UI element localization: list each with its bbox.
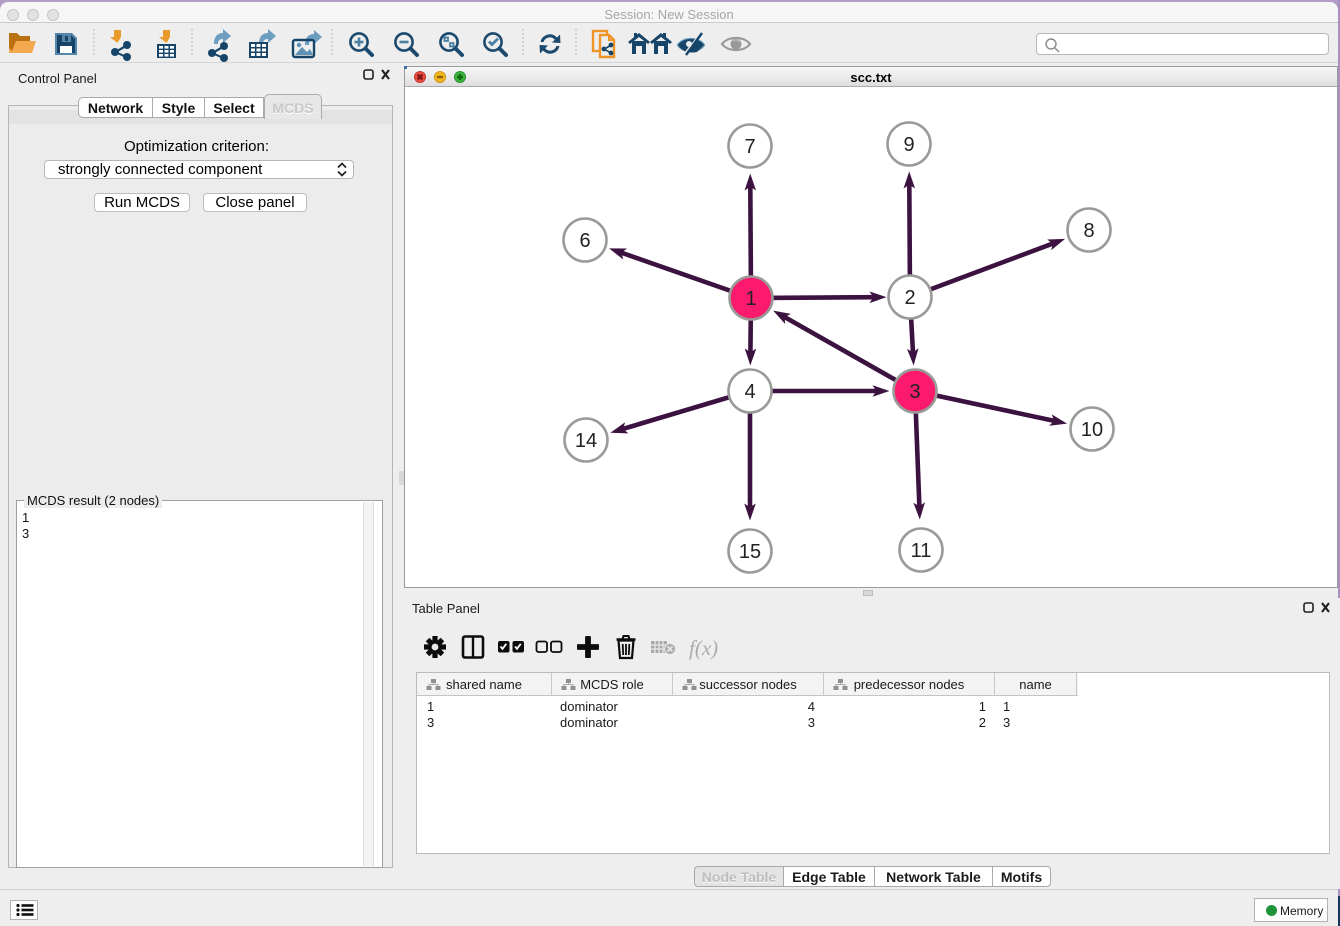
svg-text:3: 3	[909, 381, 920, 403]
svg-text:6: 6	[579, 230, 590, 252]
svg-text:9: 9	[903, 134, 914, 156]
svg-text:2: 2	[904, 287, 915, 309]
svg-text:11: 11	[911, 540, 932, 562]
svg-text:10: 10	[1081, 419, 1103, 441]
svg-text:14: 14	[575, 430, 597, 452]
svg-text:8: 8	[1083, 220, 1094, 242]
svg-text:7: 7	[744, 136, 755, 158]
svg-text:f(x): f(x)	[689, 636, 718, 660]
svg-text:1: 1	[745, 288, 756, 310]
svg-text:4: 4	[744, 381, 755, 403]
svg-text:15: 15	[739, 541, 761, 563]
